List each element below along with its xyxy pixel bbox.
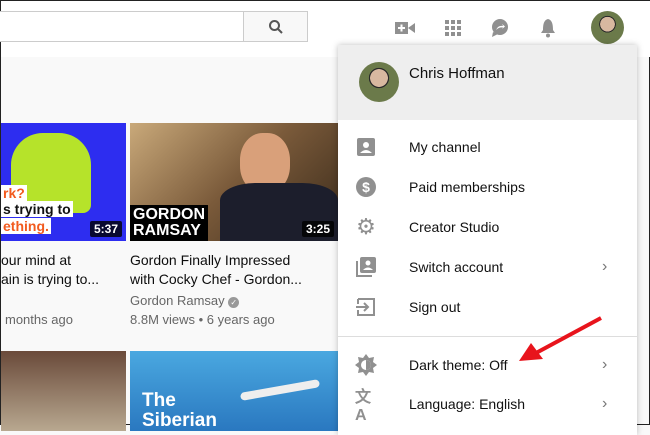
account-menu: Chris Hoffman My channel $ Paid membersh… [338, 45, 637, 435]
svg-text:$: $ [362, 179, 370, 195]
channel-name-text: Gordon Ramsay [130, 293, 225, 308]
menu-item-label: Creator Studio [409, 219, 500, 235]
video-thumbnail[interactable]: The Siberian [130, 351, 338, 431]
thumbnail-text: GORDON [133, 206, 205, 223]
menu-item-label: Language: English [409, 396, 525, 412]
menu-item-label: Paid memberships [409, 179, 525, 195]
thumbnail-text: rk? [1, 185, 27, 201]
video-meta: 8.8M views • 6 years ago [130, 312, 275, 327]
title-line: our mind at [1, 252, 72, 268]
title-line: with Cocky Chef - Gordon... [130, 271, 302, 287]
menu-item-label: Sign out [409, 299, 461, 315]
thumbnail-text: Siberian [142, 410, 217, 431]
menu-item-label: Dark theme: Off [409, 357, 508, 373]
avatar [359, 62, 399, 102]
person-icon [355, 136, 377, 158]
dark-theme-icon [355, 354, 377, 376]
menu-item-label: Switch account [409, 259, 504, 275]
gear-icon: ⚙ [356, 214, 376, 239]
user-name: Chris Hoffman [409, 65, 505, 82]
menu-item-language[interactable]: 文A Language: English › [338, 384, 637, 424]
video-title[interactable]: our mind at ain is trying to... [1, 251, 99, 289]
video-meta: months ago [5, 312, 73, 327]
video-title[interactable]: Gordon Finally Impressed with Cocky Chef … [130, 251, 302, 289]
menu-item-label: My channel [409, 139, 481, 155]
thumbnail-text: ething. [1, 218, 51, 234]
thumbnail-text: s trying to [1, 201, 73, 217]
menu-item-my-channel[interactable]: My channel [338, 127, 637, 167]
video-thumbnail[interactable]: GORDON RAMSAY 3:25 [130, 123, 338, 241]
search-icon [268, 19, 283, 34]
menu-item-switch-account[interactable]: Switch account › [338, 247, 637, 287]
video-thumbnail[interactable]: rk? s trying to ething. 5:37 [1, 123, 126, 241]
messages-icon[interactable] [489, 17, 511, 39]
apps-icon[interactable] [442, 17, 464, 39]
chevron-right-icon: › [602, 258, 608, 275]
sign-out-icon [355, 296, 377, 318]
video-duration: 3:25 [301, 221, 334, 237]
switch-account-icon [355, 256, 377, 278]
search-input[interactable] [0, 11, 244, 42]
title-line: ain is trying to... [1, 271, 100, 287]
translate-icon: 文A [355, 389, 372, 424]
account-avatar[interactable] [591, 11, 624, 44]
title-line: Gordon Finally Impressed [130, 252, 291, 268]
search-button[interactable] [243, 11, 308, 42]
video-thumbnail[interactable] [1, 351, 126, 431]
video-duration: 5:37 [89, 221, 122, 237]
thumbnail-text: The [142, 390, 176, 411]
verified-icon: ✓ [228, 297, 240, 308]
menu-item-paid-memberships[interactable]: $ Paid memberships [338, 167, 637, 207]
notifications-icon[interactable] [537, 17, 559, 39]
menu-item-creator-studio[interactable]: ⚙ Creator Studio [338, 207, 637, 247]
chevron-right-icon: › [602, 395, 608, 412]
account-header: Chris Hoffman [338, 45, 637, 120]
channel-name[interactable]: Gordon Ramsay ✓ [130, 293, 240, 308]
red-arrow-annotation [519, 316, 602, 361]
dollar-icon: $ [355, 176, 377, 198]
thumbnail-text: RAMSAY [133, 222, 201, 239]
create-video-icon[interactable] [394, 17, 416, 39]
